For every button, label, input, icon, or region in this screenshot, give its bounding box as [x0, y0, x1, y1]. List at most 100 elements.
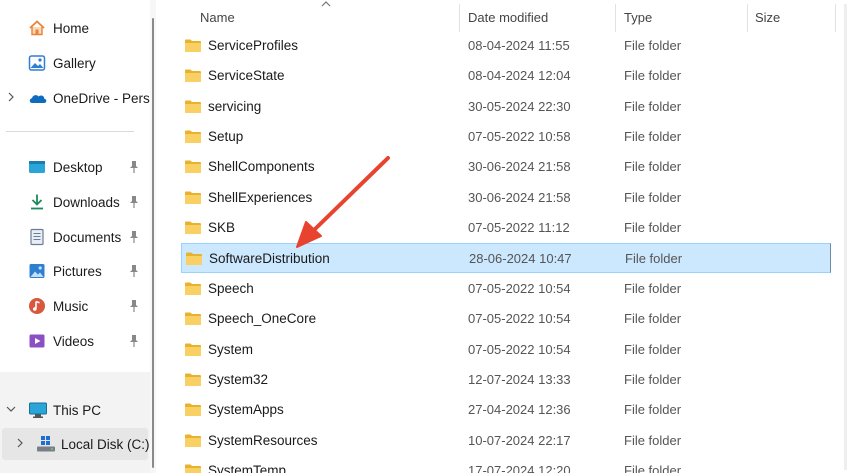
- file-date-modified: 07-05-2022 10:54: [468, 341, 571, 357]
- sidebar-item-gallery[interactable]: Gallery: [0, 49, 150, 77]
- this-pc-icon: [28, 401, 47, 419]
- folder-icon: [184, 220, 202, 235]
- sidebar-item-label: Music: [53, 298, 89, 314]
- file-type: File folder: [624, 311, 682, 327]
- file-date-modified: 27-04-2024 12:36: [468, 402, 571, 418]
- table-row[interactable]: SystemResources 10-07-2024 22:17 File fold…: [181, 426, 831, 456]
- column-separator[interactable]: [615, 4, 616, 32]
- file-name: Speech_OneCore: [208, 311, 317, 327]
- sidebar-item-onedrive[interactable]: OneDrive - Perso: [0, 84, 150, 112]
- file-list-scrollbar[interactable]: [844, 4, 847, 470]
- file-date-modified: 12-07-2024 13:33: [468, 371, 571, 387]
- file-type: File folder: [624, 38, 682, 53]
- sidebar-item-pictures[interactable]: Pictures: [0, 257, 150, 285]
- sidebar-scrollbar-thumb[interactable]: [152, 18, 154, 468]
- sidebar-item-label: Downloads: [53, 194, 120, 210]
- sidebar-item-downloads[interactable]: Downloads: [0, 188, 150, 216]
- chevron-down-icon[interactable]: [6, 404, 16, 416]
- file-name: SystemTemp: [208, 462, 287, 473]
- column-separator[interactable]: [747, 4, 748, 32]
- table-row-selected[interactable]: SoftwareDistribution 28-06-2024 10:47 File…: [181, 243, 831, 274]
- pin-icon[interactable]: [128, 160, 140, 174]
- onedrive-cloud-icon: [28, 90, 47, 108]
- pin-icon[interactable]: [128, 264, 140, 278]
- table-row[interactable]: System32 12-07-2024 13:33 File folder: [181, 365, 831, 395]
- sidebar-item-label: Videos: [53, 333, 95, 349]
- folder-icon: [184, 129, 202, 144]
- file-date-modified: 30-06-2024 21:58: [468, 159, 571, 175]
- table-row[interactable]: Speech_OneCore 07-05-2022 10:54 File folde…: [181, 304, 831, 334]
- sidebar-item-label: Gallery: [53, 55, 96, 71]
- column-header-row: Name Date modified Type Size: [163, 0, 850, 32]
- chevron-right-icon[interactable]: [6, 92, 16, 105]
- table-row[interactable]: ServiceState 08-04-2024 12:04 File folder: [181, 61, 831, 91]
- table-row[interactable]: ShellExperiences 30-06-2024 21:58 File fol…: [181, 183, 831, 213]
- column-separator[interactable]: [459, 4, 460, 32]
- file-name: SystemApps: [208, 402, 284, 418]
- file-type: File folder: [624, 462, 682, 473]
- file-type: File folder: [624, 98, 682, 114]
- file-date-modified: 17-07-2024 12:20: [468, 462, 571, 473]
- table-row[interactable]: ShellComponents 30-06-2024 21:58 File fold…: [181, 152, 831, 182]
- file-date-modified: 08-04-2024 11:55: [468, 38, 570, 53]
- table-row[interactable]: System 07-05-2022 10:54 File folder: [181, 335, 831, 365]
- column-separator[interactable]: [835, 4, 836, 32]
- music-icon: [28, 297, 46, 315]
- pin-icon[interactable]: [128, 230, 140, 244]
- chevron-right-icon[interactable]: [15, 438, 25, 451]
- sidebar-item-videos[interactable]: Videos: [0, 327, 150, 355]
- sidebar-item-music[interactable]: Music: [0, 292, 150, 320]
- file-type: File folder: [624, 68, 682, 84]
- folder-icon: [184, 372, 202, 387]
- folder-icon: [184, 99, 202, 114]
- file-type: File folder: [624, 432, 682, 448]
- sidebar-divider: [6, 131, 134, 132]
- table-row[interactable]: SKB 07-05-2022 11:12 File folder: [181, 213, 831, 243]
- column-header-size[interactable]: Size: [755, 0, 780, 32]
- table-row[interactable]: servicing 30-05-2024 22:30 File folder: [181, 92, 831, 122]
- table-row[interactable]: Setup 07-05-2022 10:58 File folder: [181, 122, 831, 152]
- folder-icon: [184, 159, 202, 174]
- sidebar-item-desktop[interactable]: Desktop: [0, 153, 150, 181]
- videos-icon: [28, 332, 46, 350]
- file-name: System32: [208, 371, 269, 387]
- file-type: File folder: [624, 402, 682, 418]
- file-name: ServiceProfiles: [208, 38, 299, 53]
- file-type: File folder: [625, 251, 683, 267]
- folder-icon: [184, 402, 202, 417]
- navigation-pane: Home Gallery OneDrive - Perso Desktop Do…: [0, 0, 150, 473]
- pin-icon[interactable]: [128, 299, 140, 313]
- pin-icon[interactable]: [128, 195, 140, 209]
- file-date-modified: 07-05-2022 10:58: [468, 129, 571, 145]
- folder-icon: [185, 251, 203, 266]
- file-date-modified: 08-04-2024 12:04: [468, 68, 571, 84]
- folder-icon: [184, 433, 202, 448]
- file-date-modified: 07-05-2022 10:54: [468, 280, 571, 296]
- sidebar-item-local-disk[interactable]: Local Disk (C:): [0, 430, 150, 458]
- sidebar-item-this-pc[interactable]: This PC: [0, 396, 150, 424]
- column-header-name[interactable]: Name: [200, 0, 235, 32]
- file-name: Setup: [208, 129, 244, 145]
- downloads-icon: [28, 193, 46, 211]
- column-header-date-modified[interactable]: Date modified: [468, 0, 548, 32]
- column-header-type[interactable]: Type: [624, 0, 652, 32]
- desktop-icon: [28, 158, 46, 176]
- file-date-modified: 30-05-2024 22:30: [468, 98, 571, 114]
- sidebar-item-label: This PC: [53, 402, 102, 418]
- sidebar-item-home[interactable]: Home: [0, 14, 150, 42]
- folder-icon: [184, 38, 202, 53]
- table-row[interactable]: Speech 07-05-2022 10:54 File folder: [181, 274, 831, 304]
- file-name: SKB: [208, 220, 236, 236]
- table-row[interactable]: ServiceProfiles 08-04-2024 11:55 File fold…: [181, 31, 831, 61]
- sidebar-item-documents[interactable]: Documents: [0, 223, 150, 251]
- table-row[interactable]: SystemApps 27-04-2024 12:36 File folder: [181, 395, 831, 425]
- local-disk-icon: [36, 435, 55, 453]
- folder-icon: [184, 342, 202, 357]
- file-type: File folder: [624, 159, 682, 175]
- folder-icon: [184, 281, 202, 296]
- file-type: File folder: [624, 189, 682, 205]
- pin-icon[interactable]: [128, 334, 140, 348]
- file-name: ServiceState: [208, 68, 285, 84]
- file-type: File folder: [624, 129, 682, 145]
- table-row[interactable]: SystemTemp 17-07-2024 12:20 File folder: [181, 456, 831, 473]
